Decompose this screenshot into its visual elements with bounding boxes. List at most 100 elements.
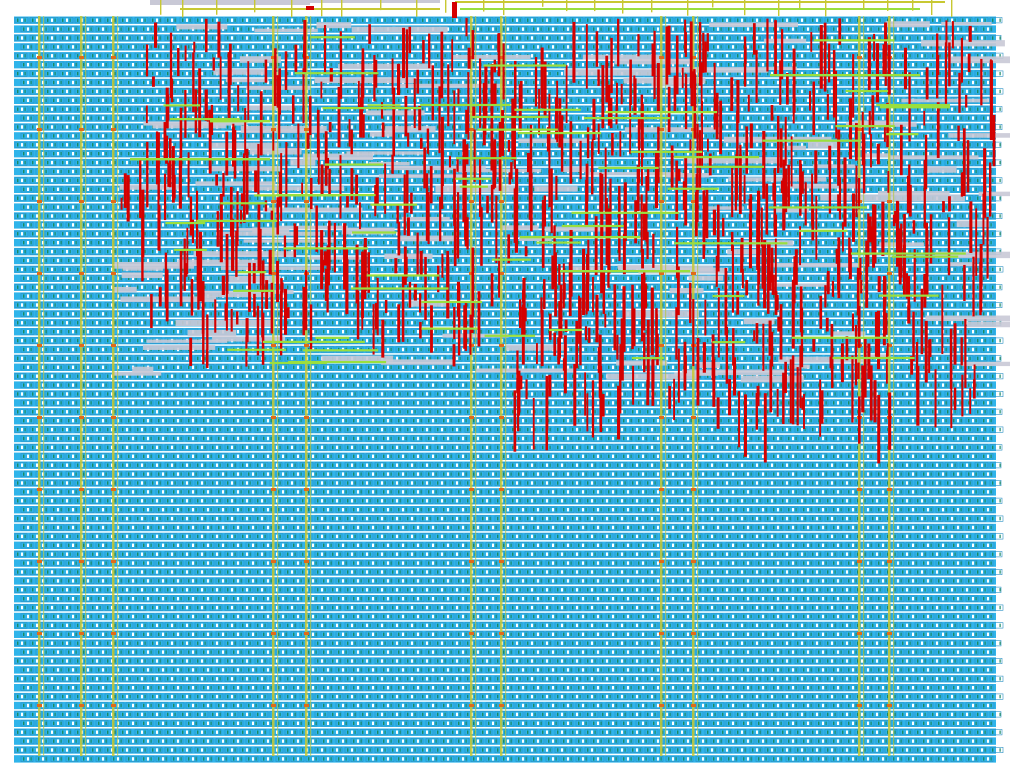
cell-pin <box>812 160 814 165</box>
cell-pin <box>99 125 101 129</box>
cell-pin <box>240 63 242 67</box>
cell-pin <box>257 18 259 22</box>
cell-pin <box>852 27 854 31</box>
cell-pin <box>47 71 49 76</box>
cell-pin <box>201 71 203 76</box>
cell-pin <box>977 89 979 94</box>
cell-pin <box>534 18 536 22</box>
cell-pin <box>23 45 25 49</box>
cell-pin <box>837 80 839 85</box>
cell-pin <box>842 178 844 183</box>
cell-pin <box>546 18 548 22</box>
cell-pin <box>522 152 524 156</box>
chip-layout-view[interactable] <box>0 0 1010 774</box>
cell-pin <box>728 63 730 67</box>
cell-pin <box>699 107 701 111</box>
cell-pin <box>428 169 430 174</box>
cell-pin <box>422 160 424 165</box>
cell-pin <box>657 27 659 31</box>
cell-pin <box>645 134 647 138</box>
cell-pin <box>102 134 104 138</box>
cell-pin <box>777 98 779 102</box>
cell-pin <box>972 169 974 174</box>
cell-pin <box>332 89 334 94</box>
cell-pin <box>107 18 109 22</box>
cell-pin <box>527 36 529 40</box>
cell-pin <box>488 134 490 138</box>
cell-pin <box>47 107 49 111</box>
cell-pin <box>651 89 653 94</box>
cell-pin <box>36 143 38 147</box>
cell-pin <box>947 143 949 147</box>
cell-pin <box>516 18 518 22</box>
cell-pin <box>624 18 626 22</box>
cell-pin <box>720 80 722 85</box>
cell-pin <box>975 152 977 156</box>
cell-pin <box>623 45 625 49</box>
cell-pin <box>872 143 874 147</box>
cell-pin <box>216 18 218 22</box>
cell-pin <box>758 116 760 120</box>
cell-pin <box>167 54 169 58</box>
cell-pin <box>816 89 818 94</box>
cell-pin <box>128 98 130 102</box>
cell-pin <box>486 36 488 40</box>
cell-pin <box>143 134 145 138</box>
cell-pin <box>353 98 355 102</box>
cell-pin <box>435 45 437 49</box>
cell-pin <box>353 45 355 49</box>
cell-pin <box>390 98 392 102</box>
cell-pin <box>732 27 734 31</box>
cell-pin <box>750 27 752 31</box>
cell-pin <box>23 169 25 174</box>
cell-pin <box>291 36 293 40</box>
cell-pin <box>497 107 499 111</box>
cell-pin <box>234 107 236 111</box>
cell-pin <box>99 36 101 40</box>
cell-pin <box>114 160 116 165</box>
cell-pin <box>462 45 464 49</box>
cell-pin <box>909 36 911 40</box>
cell-pin <box>497 18 499 22</box>
cell-pin <box>477 80 479 85</box>
cell-pin <box>105 45 107 49</box>
cell-pin <box>938 27 940 31</box>
cell-pin <box>639 36 641 40</box>
cell-pin <box>840 134 842 138</box>
cell-pin <box>282 45 284 49</box>
cell-pin <box>366 125 368 129</box>
cell-pin <box>263 45 265 49</box>
cell-pin <box>353 134 355 138</box>
cell-pin <box>90 169 92 174</box>
layout-canvas[interactable] <box>0 0 1010 774</box>
cell-pin <box>90 45 92 49</box>
cell-pin <box>564 89 566 94</box>
cell-pin <box>120 45 122 49</box>
cell-pin <box>842 18 844 22</box>
cell-pin <box>372 169 374 174</box>
cell-pin <box>302 18 304 22</box>
cell-pin <box>726 36 728 40</box>
cell-pin <box>534 178 536 183</box>
cell-pin <box>969 160 971 165</box>
cell-pin <box>152 178 154 183</box>
cell-pin <box>840 45 842 49</box>
cell-pin <box>62 178 64 183</box>
cell-pin <box>98 45 100 49</box>
cell-pin <box>87 169 89 174</box>
cell-row <box>14 141 1002 149</box>
cell-pin <box>362 143 364 147</box>
cell-pin <box>864 107 866 111</box>
cell-pin <box>552 27 554 31</box>
cell-pin <box>458 80 460 85</box>
cell-pin <box>752 18 754 22</box>
cell-pin <box>999 18 1001 22</box>
cell-pin <box>801 18 803 22</box>
cell-pin <box>822 152 824 156</box>
cell-pin <box>414 36 416 40</box>
cell-pin <box>174 36 176 40</box>
cell-pin <box>429 160 431 165</box>
cell-pin <box>647 18 649 22</box>
cell-pin <box>156 18 158 22</box>
cell-pin <box>345 116 347 120</box>
